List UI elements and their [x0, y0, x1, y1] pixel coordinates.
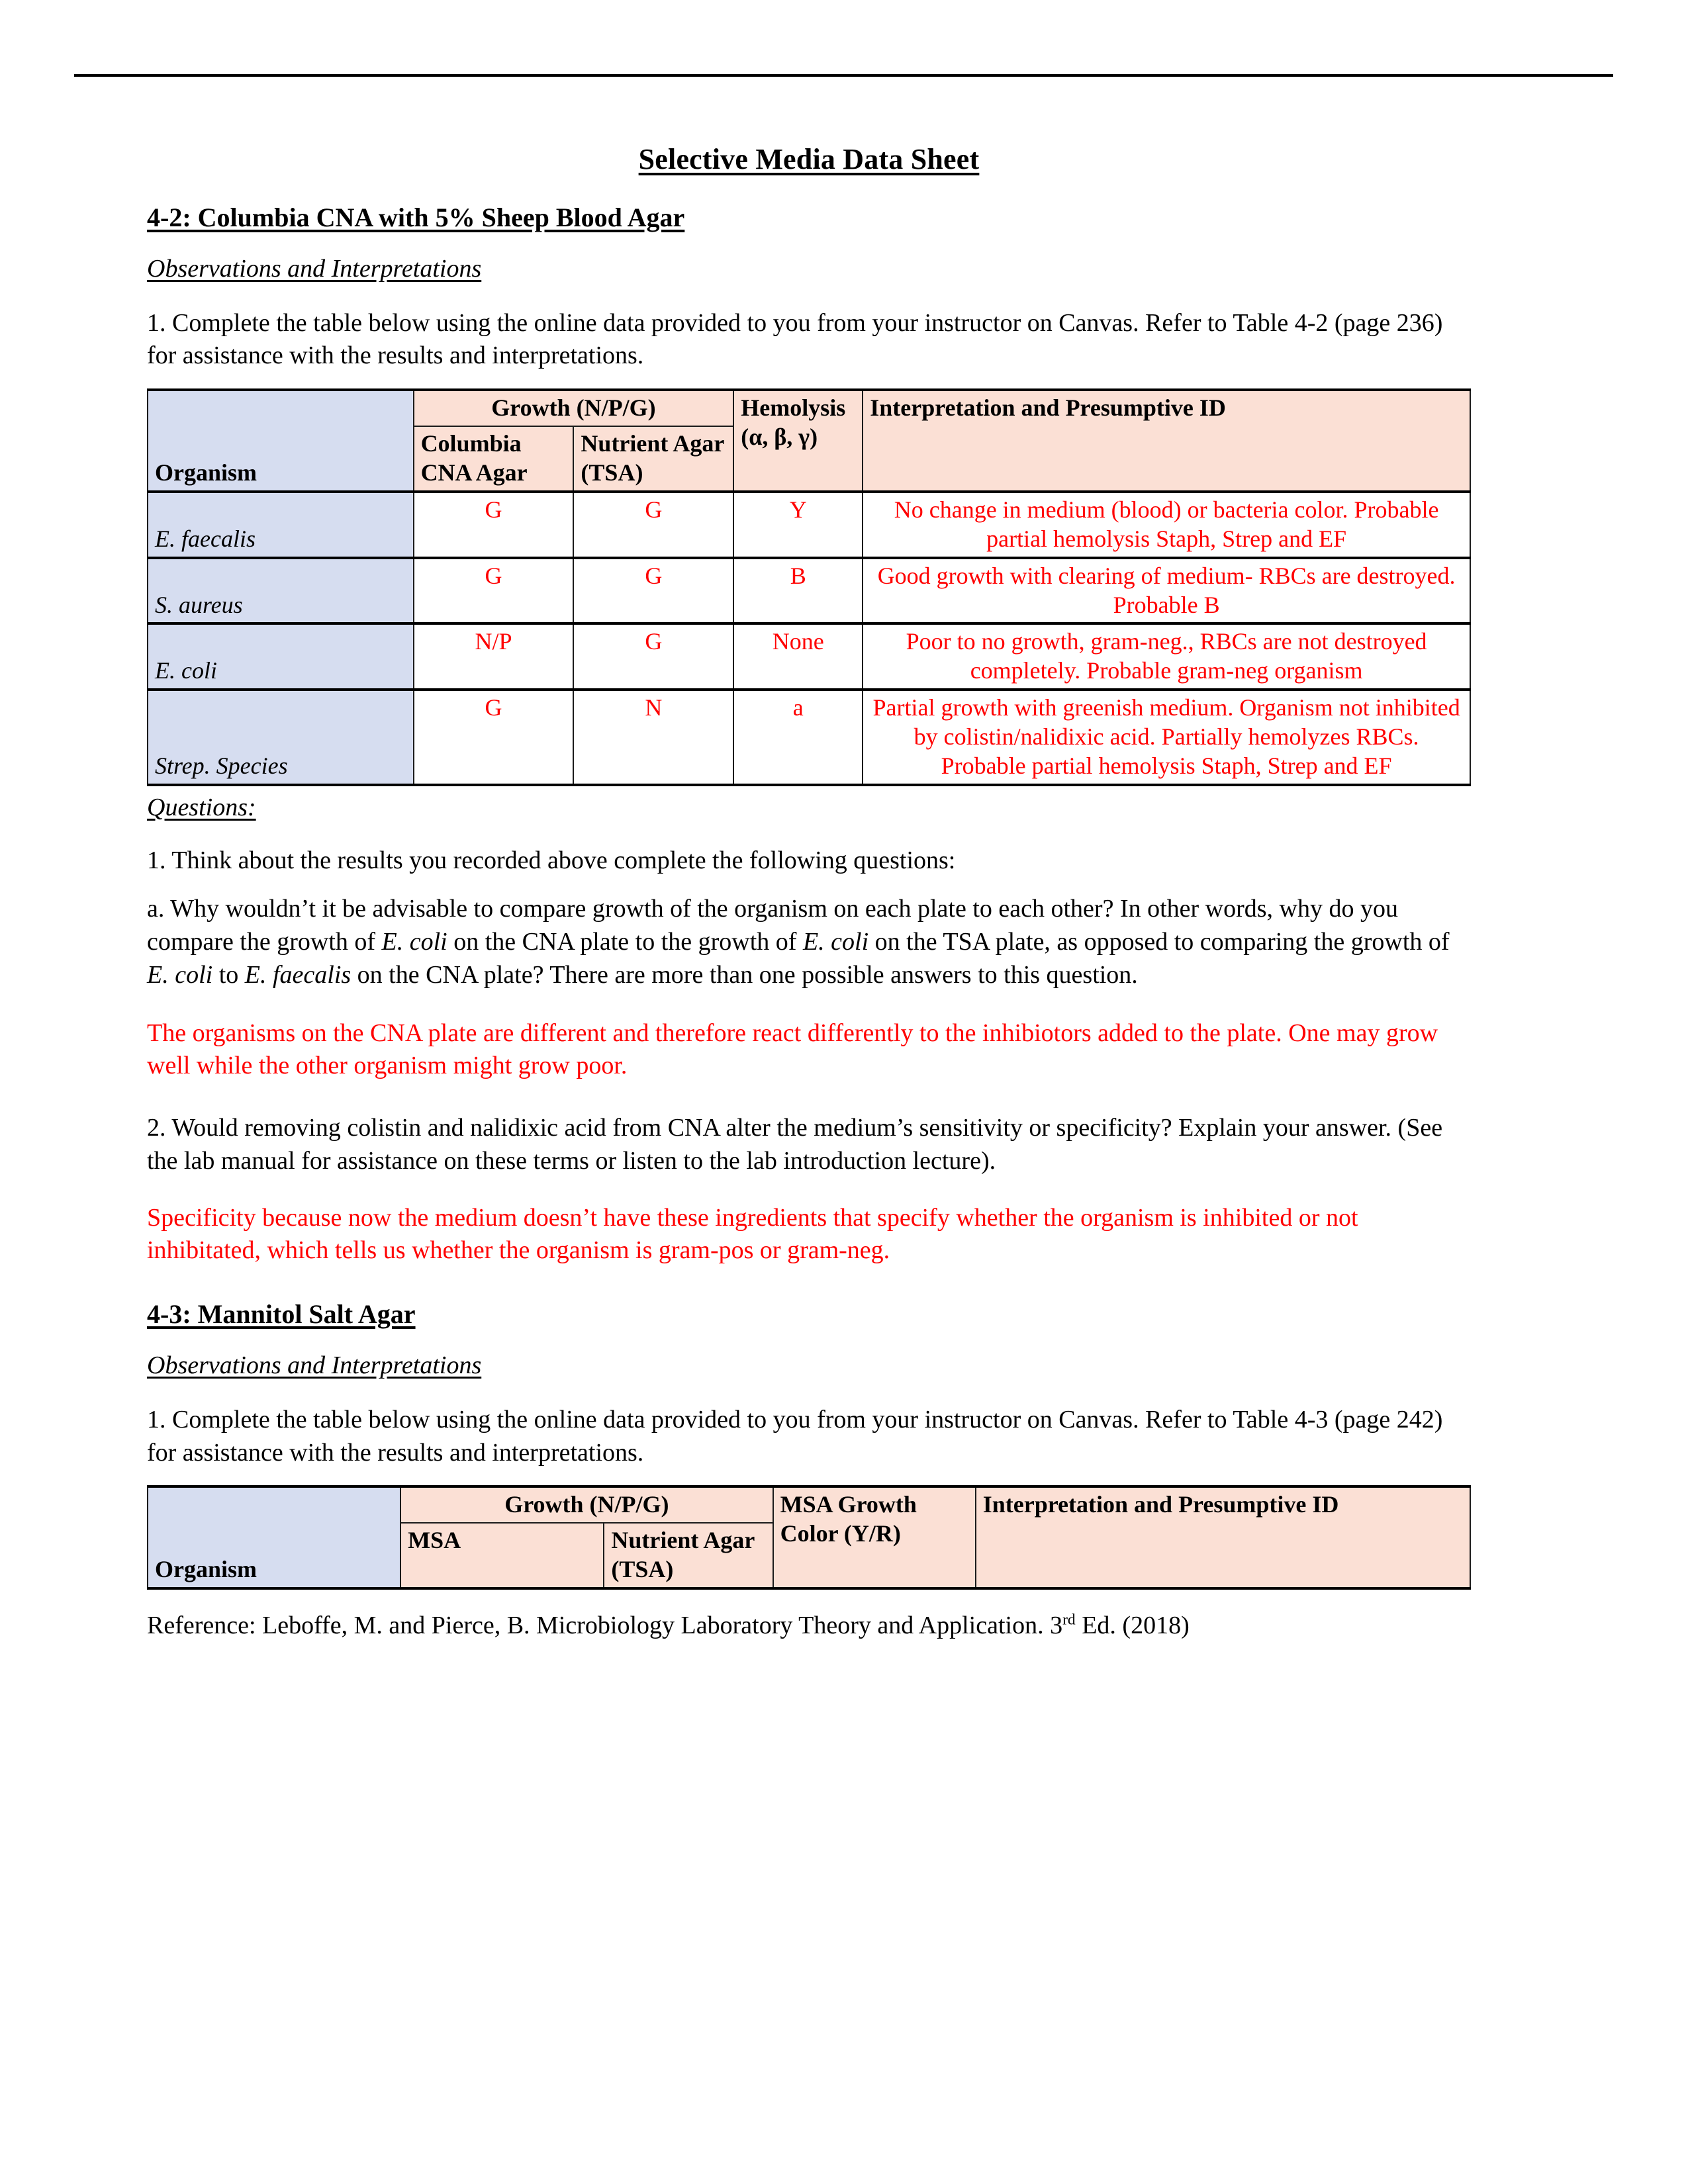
row-interpretation-value[interactable]: Good growth with clearing of medium- RBC… — [862, 556, 1471, 625]
document-page: Selective Media Data Sheet 4-2: Columbia… — [0, 0, 1688, 2184]
q1a-italic-ecoli-2: E. coli — [802, 928, 869, 956]
row-hemolysis-value[interactable]: Y — [733, 490, 864, 559]
row-interpretation-value[interactable]: No change in medium (blood) or bacteria … — [862, 490, 1471, 559]
reference-segment-2: Ed. (2018) — [1075, 1612, 1190, 1640]
row-columbia-value[interactable]: N/P — [412, 622, 575, 691]
header-growth-group: Growth (N/P/G) — [400, 1486, 774, 1524]
questions-label: Questions: — [147, 794, 256, 821]
q1a-segment-2: on the CNA plate to the growth of — [447, 928, 803, 956]
question-2-answer[interactable]: Specificity because now the medium doesn… — [147, 1202, 1471, 1268]
page-title: Selective Media Data Sheet — [638, 143, 980, 175]
row-hemolysis-value[interactable]: B — [733, 556, 864, 625]
subheading-observations-4-2: Observations and Interpretations — [147, 255, 482, 283]
section-heading-4-3: 4-3: Mannitol Salt Agar — [147, 1299, 416, 1330]
row-nutrient-value[interactable]: G — [573, 622, 735, 691]
table-4-3-wrapper: Organism Growth (N/P/G) MSA Growth Color… — [146, 1485, 1472, 1590]
table-row-header-top: Organism Growth (N/P/G) Hemolysis (α, β,… — [147, 389, 1471, 492]
row-nutrient-value[interactable]: G — [573, 556, 735, 625]
reference-ordinal-suffix: rd — [1062, 1611, 1076, 1629]
instruction-text-4-2: 1. Complete the table below using the on… — [147, 308, 1443, 370]
row-nutrient-value[interactable]: N — [573, 688, 735, 786]
row-hemolysis-value[interactable]: a — [733, 688, 864, 786]
table-row: E. coli N/P G None Poor to no growth, gr… — [147, 622, 1471, 691]
reference-text: Reference: Leboffe, M. and Pierce, B. Mi… — [147, 1610, 1471, 1642]
q1a-segment-3: on the TSA plate, as opposed to comparin… — [868, 928, 1450, 956]
reference-segment-1: Reference: Leboffe, M. and Pierce, B. Mi… — [147, 1612, 1063, 1640]
table-4-3: Organism Growth (N/P/G) MSA Growth Color… — [146, 1485, 1472, 1590]
header-interpretation: Interpretation and Presumptive ID — [862, 389, 1471, 492]
row-columbia-value[interactable]: G — [412, 490, 575, 559]
header-nutrient-agar-tsa: Nutrient Agar (TSA) — [603, 1522, 774, 1590]
document-content: Selective Media Data Sheet 4-2: Columbia… — [146, 142, 1472, 1642]
row-hemolysis-value[interactable]: None — [733, 622, 864, 691]
header-msa-growth-color: MSA Growth Color (Y/R) — [772, 1486, 976, 1590]
question-2-stem: 2. Would removing colistin and nalidixic… — [147, 1114, 1443, 1175]
q1a-segment-4: to — [212, 960, 245, 989]
row-nutrient-value[interactable]: G — [573, 490, 735, 559]
q1a-italic-efaecalis: E. faecalis — [244, 960, 352, 989]
table-row: E. faecalis G G Y No change in medium (b… — [147, 490, 1471, 559]
row-organism: S. aureus — [147, 556, 414, 625]
header-growth-group: Growth (N/P/G) — [412, 389, 735, 428]
row-organism: Strep. Species — [147, 688, 414, 786]
row-organism: E. coli — [147, 622, 414, 691]
row-organism: E. faecalis — [147, 490, 414, 559]
header-msa: MSA — [400, 1522, 605, 1590]
question-1-stem: 1. Think about the results you recorded … — [147, 846, 956, 874]
row-interpretation-value[interactable]: Partial growth with greenish medium. Org… — [862, 688, 1471, 786]
table-row-header-top: Organism Growth (N/P/G) MSA Growth Color… — [146, 1486, 1472, 1590]
q1a-italic-ecoli-1: E. coli — [381, 928, 447, 956]
row-columbia-value[interactable]: G — [412, 688, 575, 786]
header-organism: Organism — [147, 389, 414, 492]
header-organism: Organism — [146, 1486, 402, 1590]
question-1a-answer[interactable]: The organisms on the CNA plate are diffe… — [147, 1017, 1471, 1083]
header-interpretation: Interpretation and Presumptive ID — [974, 1486, 1472, 1590]
row-interpretation-value[interactable]: Poor to no growth, gram-neg., RBCs are n… — [862, 622, 1471, 691]
q1a-italic-ecoli-3: E. coli — [147, 960, 213, 989]
table-row: Strep. Species G N a Partial growth with… — [147, 688, 1471, 786]
header-nutrient-agar-tsa: Nutrient Agar (TSA) — [573, 426, 735, 492]
question-1a-text: a. Why wouldn’t it be advisable to compa… — [147, 893, 1471, 991]
row-columbia-value[interactable]: G — [412, 556, 575, 625]
header-hemolysis: Hemolysis (α, β, γ) — [733, 389, 864, 492]
instruction-text-4-3: 1. Complete the table below using the on… — [147, 1405, 1443, 1467]
table-4-2: Organism Growth (N/P/G) Hemolysis (α, β,… — [147, 388, 1471, 786]
table-row: S. aureus G G B Good growth with clearin… — [147, 556, 1471, 625]
table-4-2-wrapper: Organism Growth (N/P/G) Hemolysis (α, β,… — [147, 388, 1471, 786]
section-heading-4-2: 4-2: Columbia CNA with 5% Sheep Blood Ag… — [147, 203, 685, 232]
q1a-segment-5: on the CNA plate? There are more than on… — [351, 960, 1138, 989]
subheading-observations-4-3: Observations and Interpretations — [147, 1351, 482, 1380]
header-rule — [74, 74, 1613, 77]
header-columbia-cna-agar: Columbia CNA Agar — [412, 426, 575, 492]
